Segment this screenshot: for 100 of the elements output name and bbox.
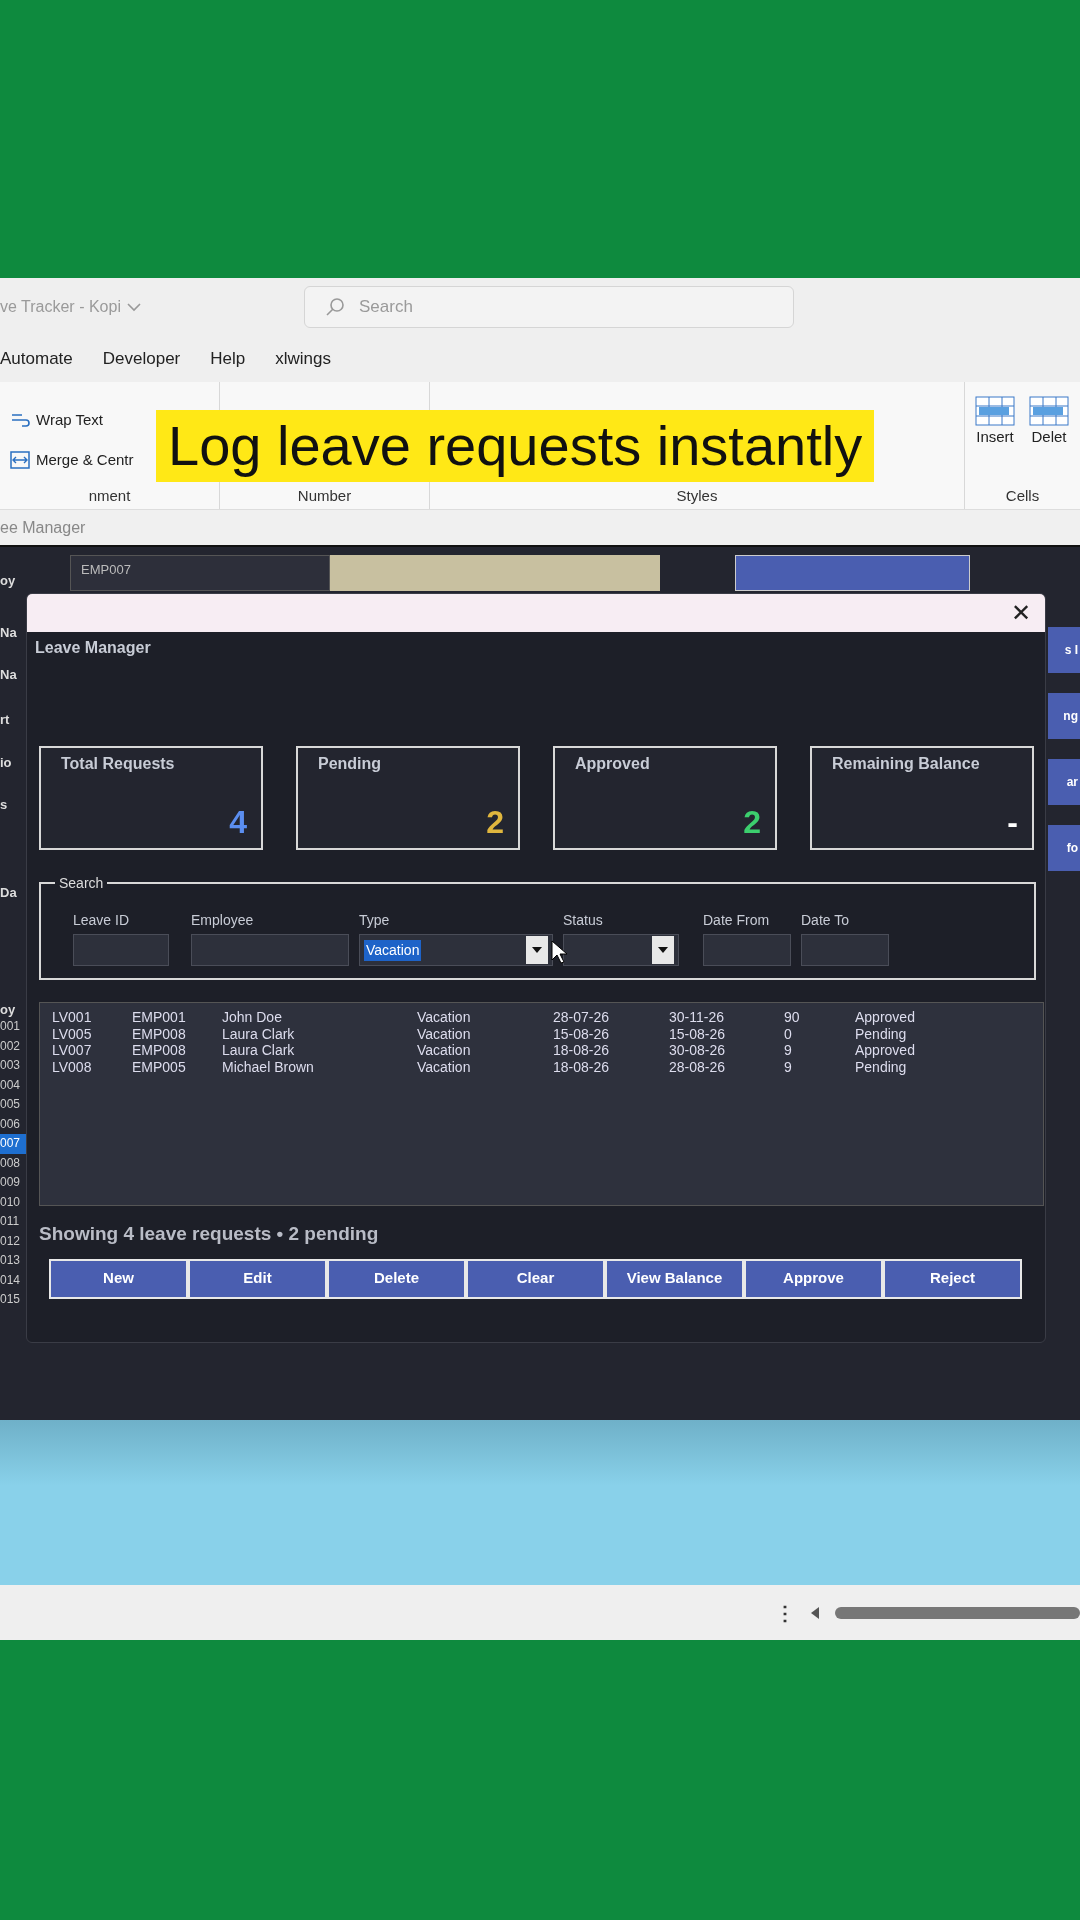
table-icon bbox=[975, 396, 1015, 426]
list-item[interactable]: 006 bbox=[0, 1114, 26, 1134]
list-item[interactable]: 015 bbox=[0, 1290, 26, 1310]
field-label: io bbox=[0, 754, 13, 771]
field-label: Date From bbox=[703, 911, 771, 930]
field-label: rt bbox=[0, 711, 11, 728]
search-icon bbox=[325, 296, 345, 317]
field-label: Date To bbox=[801, 911, 850, 930]
action-button[interactable]: Delete bbox=[327, 1258, 466, 1299]
action-button[interactable]: Clear bbox=[466, 1258, 605, 1299]
field-label: Na bbox=[0, 624, 18, 641]
list-item[interactable]: 014 bbox=[0, 1270, 26, 1290]
ribbon-button[interactable]: Insert bbox=[975, 396, 1015, 449]
stat-label: Total Requests bbox=[61, 754, 176, 774]
list-cell-text: 18-08-26 bbox=[553, 1058, 611, 1075]
list-cell-text: 0 bbox=[784, 1025, 793, 1042]
ribbon-group-label: Styles bbox=[675, 485, 719, 506]
list-cell-text: 30-11-26 bbox=[669, 1009, 725, 1026]
field-label: s bbox=[0, 796, 9, 813]
list-cell-text: Pending bbox=[855, 1025, 908, 1042]
dropdown-field[interactable] bbox=[563, 934, 679, 966]
wrap-text-button[interactable]: Wrap Text bbox=[10, 400, 103, 440]
action-button[interactable]: View Balance bbox=[605, 1258, 744, 1299]
field-label: Na bbox=[0, 666, 18, 683]
mouse-cursor-icon bbox=[551, 940, 567, 964]
field-label: Type bbox=[359, 911, 391, 930]
action-button[interactable]: New bbox=[49, 1258, 188, 1299]
list-cell-text: EMP008 bbox=[132, 1042, 187, 1059]
action-button[interactable]: Edit bbox=[188, 1258, 327, 1299]
menu-tab[interactable]: xlwings bbox=[275, 345, 331, 372]
list-cell-text: 9 bbox=[784, 1042, 793, 1059]
list-cell-text: Vacation bbox=[417, 1025, 472, 1042]
more-options-icon[interactable]: ⋮ bbox=[775, 1597, 795, 1628]
list-cell-text: Approved bbox=[855, 1009, 916, 1026]
list-item[interactable]: 010 bbox=[0, 1192, 26, 1212]
merge-button[interactable]: Merge & Centr bbox=[10, 440, 134, 480]
list-cell-text: LV008 bbox=[52, 1058, 93, 1075]
menu-tab[interactable]: Automate bbox=[0, 345, 73, 372]
action-button[interactable]: Reject bbox=[883, 1258, 1022, 1299]
ribbon-button[interactable]: Delet bbox=[1029, 396, 1069, 449]
list-cell-text: 30-08-26 bbox=[669, 1042, 727, 1059]
sheet-button[interactable]: s I bbox=[1048, 627, 1080, 673]
stat-label: Approved bbox=[575, 754, 651, 774]
sheet-button[interactable]: ar bbox=[1048, 759, 1080, 805]
stat-value: 2 bbox=[486, 803, 504, 842]
sheet-button[interactable] bbox=[735, 555, 970, 591]
list-cell-text: 28-08-26 bbox=[669, 1058, 727, 1075]
list-cell-text: EMP001 bbox=[132, 1009, 187, 1026]
input-field[interactable] bbox=[73, 934, 169, 966]
sheet-button[interactable]: ng bbox=[1048, 693, 1080, 739]
list-item[interactable]: 003 bbox=[0, 1056, 26, 1076]
list-cell-text: Laura Clark bbox=[222, 1042, 296, 1059]
input-field[interactable] bbox=[191, 934, 349, 966]
list-item[interactable]: 004 bbox=[0, 1075, 26, 1095]
input-field[interactable] bbox=[703, 934, 791, 966]
list-cell-text: John Doe bbox=[222, 1009, 283, 1026]
table-icon bbox=[1029, 396, 1069, 426]
stat-value: 4 bbox=[229, 803, 247, 842]
status-text: Showing 4 leave requests • 2 pending bbox=[38, 1222, 380, 1246]
list-cell-text: EMP008 bbox=[132, 1025, 187, 1042]
list-item[interactable]: 011 bbox=[0, 1212, 26, 1232]
horizontal-scrollbar[interactable] bbox=[835, 1606, 1080, 1619]
list-cell-text: Michael Brown bbox=[222, 1058, 315, 1075]
field-label: Da bbox=[0, 884, 18, 901]
action-button[interactable]: Approve bbox=[744, 1258, 883, 1299]
id-field[interactable]: EMP007 bbox=[70, 555, 330, 591]
list-item[interactable]: 008 bbox=[0, 1153, 26, 1173]
list-cell-text: Laura Clark bbox=[222, 1025, 296, 1042]
list-item[interactable]: 001 bbox=[0, 1017, 26, 1037]
list-item[interactable]: 007 bbox=[0, 1134, 26, 1154]
ribbon-group-label: nment bbox=[87, 485, 132, 506]
list-cell-text: LV007 bbox=[52, 1042, 93, 1059]
stat-value: 2 bbox=[743, 803, 761, 842]
list-item[interactable]: 002 bbox=[0, 1036, 26, 1056]
merge-cells-icon bbox=[10, 451, 30, 469]
menu-tab[interactable]: Help bbox=[210, 345, 246, 372]
field-label: Leave ID bbox=[73, 911, 131, 930]
field-label: oy bbox=[0, 1001, 17, 1018]
dialog-title: Leave Manager bbox=[34, 638, 152, 658]
list-cell-text: Vacation bbox=[417, 1042, 472, 1059]
list-cell-text: LV005 bbox=[52, 1025, 93, 1042]
list-cell-text: 18-08-26 bbox=[553, 1042, 611, 1059]
scroll-left-icon[interactable] bbox=[809, 1605, 821, 1620]
chevron-down-icon[interactable] bbox=[126, 302, 141, 313]
field-label: oy bbox=[0, 572, 17, 589]
list-item[interactable]: 009 bbox=[0, 1173, 26, 1193]
list-cell-text: EMP005 bbox=[132, 1058, 187, 1075]
list-cell-text: Approved bbox=[855, 1042, 916, 1059]
dropdown-field[interactable]: Vacation bbox=[359, 934, 553, 966]
list-cell-text: 15-08-26 bbox=[553, 1025, 611, 1042]
menu-tab[interactable]: Developer bbox=[102, 345, 181, 372]
list-item[interactable]: 005 bbox=[0, 1095, 26, 1115]
list-cell-text: Vacation bbox=[417, 1009, 472, 1026]
ribbon-group-label: Cells bbox=[1004, 485, 1041, 506]
input-field[interactable] bbox=[801, 934, 889, 966]
list-item[interactable]: 012 bbox=[0, 1231, 26, 1251]
field-label: Status bbox=[563, 911, 604, 930]
sheet-button[interactable]: fo bbox=[1048, 825, 1080, 871]
close-button[interactable]: ✕ bbox=[1005, 601, 1037, 625]
list-item[interactable]: 013 bbox=[0, 1251, 26, 1271]
